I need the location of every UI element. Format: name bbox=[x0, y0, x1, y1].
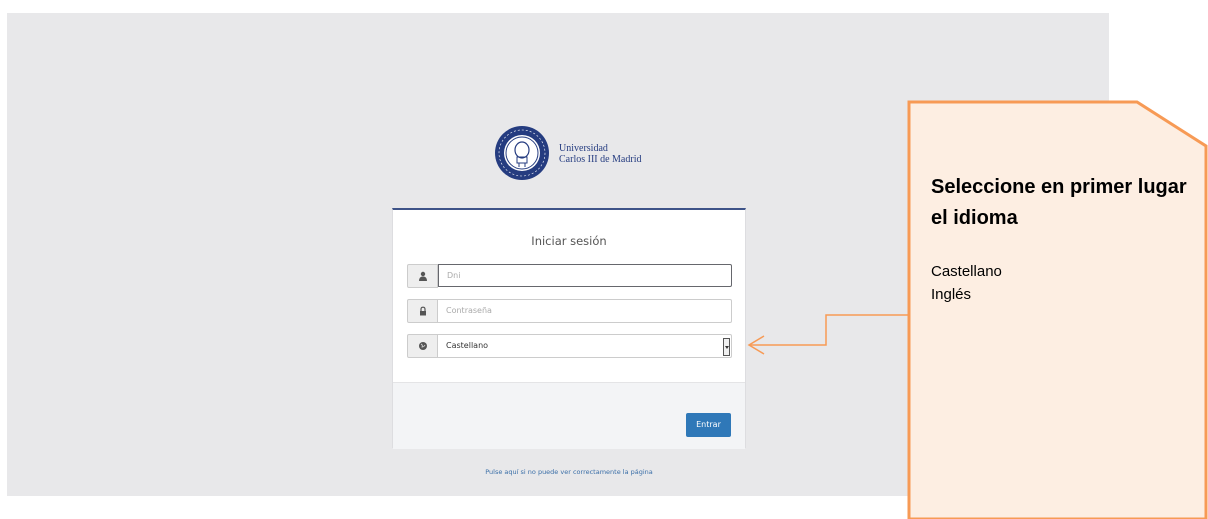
language-field: Castellano bbox=[407, 334, 732, 358]
callout-option-castellano: Castellano bbox=[931, 263, 1002, 280]
login-panel: Iniciar sesión Dni Contraseña Castellano… bbox=[392, 208, 746, 449]
login-title: Iniciar sesión bbox=[531, 234, 607, 248]
university-logo: Universidad Carlos III de Madrid bbox=[492, 123, 662, 187]
callout-heading: Seleccione en primer lugar el idioma bbox=[931, 176, 1187, 229]
dropdown-arrow-icon[interactable] bbox=[723, 338, 730, 356]
language-select-value: Castellano bbox=[446, 341, 489, 350]
login-footer: Entrar bbox=[393, 382, 745, 449]
language-select[interactable]: Castellano bbox=[438, 334, 732, 358]
user-icon-addon bbox=[407, 264, 438, 288]
globe-icon-addon bbox=[407, 334, 438, 358]
callout-options: Castellano Inglés bbox=[931, 260, 1191, 306]
help-link[interactable]: Pulse aquí si no puede ver correctamente… bbox=[392, 468, 746, 476]
logo-line-1: Universidad bbox=[559, 143, 608, 154]
password-field: Contraseña bbox=[407, 299, 732, 323]
password-input[interactable]: Contraseña bbox=[438, 299, 732, 323]
user-icon bbox=[418, 271, 427, 281]
globe-icon bbox=[418, 342, 427, 350]
lock-icon-addon bbox=[407, 299, 438, 323]
dni-input[interactable]: Dni bbox=[438, 264, 732, 287]
entrar-button[interactable]: Entrar bbox=[686, 413, 731, 437]
callout-text: Seleccione en primer lugar el idioma Cas… bbox=[931, 172, 1191, 306]
university-seal-icon bbox=[495, 126, 549, 180]
callout-option-ingles: Inglés bbox=[931, 286, 972, 303]
lock-icon bbox=[419, 306, 426, 316]
logo-line-2: Carlos III de Madrid bbox=[559, 154, 642, 165]
dni-field: Dni bbox=[407, 264, 732, 288]
